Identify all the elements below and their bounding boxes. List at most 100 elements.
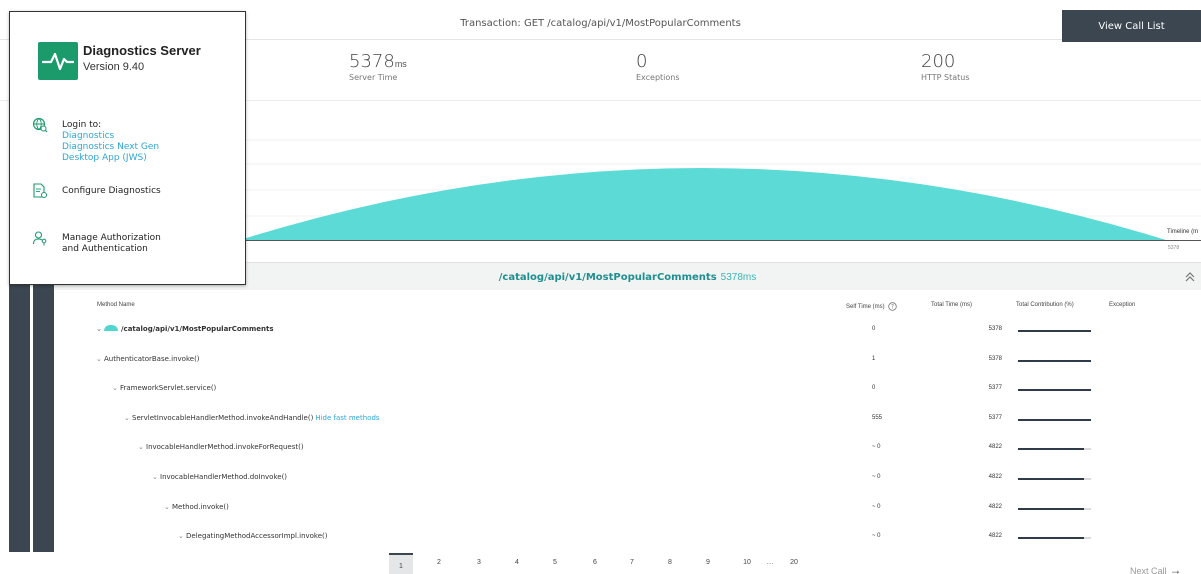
self-time-cell: 0: [872, 326, 876, 332]
next-call-button[interactable]: Next Call →: [1130, 563, 1182, 574]
page-ellipsis: …: [766, 559, 774, 566]
page-link[interactable]: 10: [741, 559, 753, 566]
contribution-bar: [1018, 478, 1084, 480]
contribution-bar: [1018, 419, 1091, 421]
table-row[interactable]: ⌄ InvocableHandlerMethod.doInvoke() ~ 0 482…: [54, 473, 1201, 487]
login-link-diagnostics[interactable]: Diagnostics: [62, 131, 159, 142]
left-rail-2: [33, 262, 54, 552]
method-name-cell[interactable]: ⌄ DelegatingMethodAccessorImpl.invoke(): [178, 532, 328, 540]
contribution-bar: [1018, 508, 1084, 510]
exceptions-value: 0: [636, 51, 648, 72]
chevron-down-icon[interactable]: ⌄: [96, 355, 104, 363]
server-time-metric: 5378ms Server Time: [349, 51, 407, 82]
server-time-value: 5378: [349, 51, 395, 72]
help-icon[interactable]: ?: [888, 302, 898, 311]
method-name-cell[interactable]: ⌄ ServletInvocableHandlerMethod.invokeAnd…: [124, 414, 380, 422]
contribution-bar: [1018, 448, 1084, 450]
chevron-down-icon[interactable]: ⌄: [152, 473, 160, 481]
col-total-time[interactable]: Total Time (ms): [931, 302, 972, 308]
total-time-cell: 5377: [988, 385, 1002, 391]
page-link[interactable]: 5: [549, 559, 561, 566]
col-total-contribution[interactable]: Total Contribution (%): [1016, 302, 1074, 308]
method-name-text: DelegatingMethodAccessorImpl.invoke(): [186, 532, 328, 540]
page-link[interactable]: 9: [702, 559, 714, 566]
method-name-cell[interactable]: ⌄ /catalog/api/v1/MostPopularComments: [96, 325, 274, 333]
method-name-cell[interactable]: ⌄ InvocableHandlerMethod.invokeForRequest…: [138, 443, 304, 451]
table-row[interactable]: ⌄ Method.invoke() ~ 0 4822: [54, 503, 1201, 517]
total-time-cell: 5378: [988, 326, 1002, 332]
page-link[interactable]: 3: [473, 559, 485, 566]
method-name-cell[interactable]: ⌄ AuthenticatorBase.invoke(): [96, 355, 200, 363]
login-text: Login to: Diagnostics Diagnostics Next G…: [62, 120, 159, 164]
page-link[interactable]: 2: [433, 559, 445, 566]
method-name-cell[interactable]: ⌄ Method.invoke(): [164, 503, 229, 511]
page-link[interactable]: 4: [511, 559, 523, 566]
document-gear-icon: [32, 183, 48, 199]
timeline-end-tick: 5378: [1168, 245, 1180, 251]
total-time-cell: 4822: [988, 474, 1002, 480]
http-status-metric: 200 HTTP Status: [921, 51, 970, 82]
login-link-diagnostics-next-gen[interactable]: Diagnostics Next Gen: [62, 142, 159, 153]
manage-auth-line1: Manage Authorization: [62, 233, 161, 243]
col-self-time-label: Self Time (ms): [846, 304, 885, 311]
globe-search-icon: [32, 117, 48, 133]
configure-diagnostics-label: Configure Diagnostics: [62, 186, 161, 196]
table-row[interactable]: ⌄ InvocableHandlerMethod.invokeForRequest…: [54, 443, 1201, 457]
contribution-bar: [1018, 360, 1091, 362]
collapse-up-icon[interactable]: [1183, 270, 1197, 284]
manage-auth-text: Manage Authorization and Authentication: [62, 233, 161, 255]
table-row[interactable]: ⌄ DelegatingMethodAccessorImpl.invoke() ~ …: [54, 532, 1201, 546]
chevron-down-icon[interactable]: ⌄: [124, 414, 132, 422]
call-tree-path[interactable]: /catalog/api/v1/MostPopularComments: [499, 272, 717, 283]
contribution-bar: [1018, 389, 1091, 391]
method-name-text: InvocableHandlerMethod.doInvoke(): [160, 473, 288, 481]
server-time-unit: ms: [394, 59, 407, 69]
self-time-cell: 555: [872, 415, 883, 421]
table-row[interactable]: ⌄ ServletInvocableHandlerMethod.invokeAnd…: [54, 414, 1201, 428]
exceptions-label: Exceptions: [636, 73, 680, 82]
method-name-text: ServletInvocableHandlerMethod.invokeAndH…: [132, 414, 314, 422]
col-self-time[interactable]: Self Time (ms) ?: [846, 302, 898, 311]
http-status-value: 200: [921, 51, 956, 72]
total-time-cell: 4822: [988, 444, 1002, 450]
chevron-down-icon[interactable]: ⌄: [96, 325, 104, 333]
col-exception[interactable]: Exception: [1109, 302, 1135, 308]
col-method-name[interactable]: Method Name: [97, 302, 135, 308]
user-key-icon: [32, 230, 48, 246]
product-name: Diagnostics Server: [83, 43, 201, 58]
self-time-cell: ~ 0: [872, 504, 881, 510]
self-time-cell: ~ 0: [872, 444, 881, 450]
page-link[interactable]: 7: [626, 559, 638, 566]
contribution-bar: [1018, 330, 1091, 332]
call-tree-time: 5378ms: [720, 272, 757, 283]
manage-auth-line2: and Authentication: [62, 244, 148, 254]
method-name-text: FrameworkServlet.service(): [120, 384, 217, 392]
self-time-cell: 1: [872, 356, 876, 362]
chevron-down-icon[interactable]: ⌄: [178, 532, 186, 540]
product-version: Version 9.40: [83, 61, 145, 73]
page-link[interactable]: 20: [788, 559, 800, 566]
view-call-list-button[interactable]: View Call List: [1062, 10, 1201, 42]
table-row[interactable]: ⌄ /catalog/api/v1/MostPopularComments 0 537…: [54, 325, 1201, 339]
login-link-desktop-app[interactable]: Desktop App (JWS): [62, 153, 159, 164]
table-row[interactable]: ⌄ AuthenticatorBase.invoke() 1 5378: [54, 355, 1201, 369]
chevron-down-icon[interactable]: ⌄: [138, 443, 146, 451]
server-time-label: Server Time: [349, 73, 398, 82]
table-row[interactable]: ⌄ FrameworkServlet.service() 0 5377: [54, 384, 1201, 398]
self-time-cell: 0: [872, 385, 876, 391]
timeline-axis-label: Timeline (m: [1167, 229, 1199, 235]
contribution-bar: [1018, 537, 1084, 539]
method-name-text: InvocableHandlerMethod.invokeForRequest(…: [146, 443, 304, 451]
chevron-down-icon[interactable]: ⌄: [164, 503, 172, 511]
total-time-cell: 4822: [988, 533, 1002, 539]
chevron-down-icon[interactable]: ⌄: [112, 384, 120, 392]
timeline-area: [240, 168, 1166, 240]
method-name-cell[interactable]: ⌄ FrameworkServlet.service(): [112, 384, 216, 392]
login-label: Login to:: [62, 120, 102, 130]
hide-fast-methods-link[interactable]: Hide fast methods: [315, 414, 379, 422]
page-link[interactable]: 8: [664, 559, 676, 566]
method-name-cell[interactable]: ⌄ InvocableHandlerMethod.doInvoke(): [152, 473, 287, 481]
method-name-text: AuthenticatorBase.invoke(): [104, 355, 200, 363]
page-link[interactable]: 6: [589, 559, 601, 566]
page-link[interactable]: 1: [389, 553, 413, 574]
